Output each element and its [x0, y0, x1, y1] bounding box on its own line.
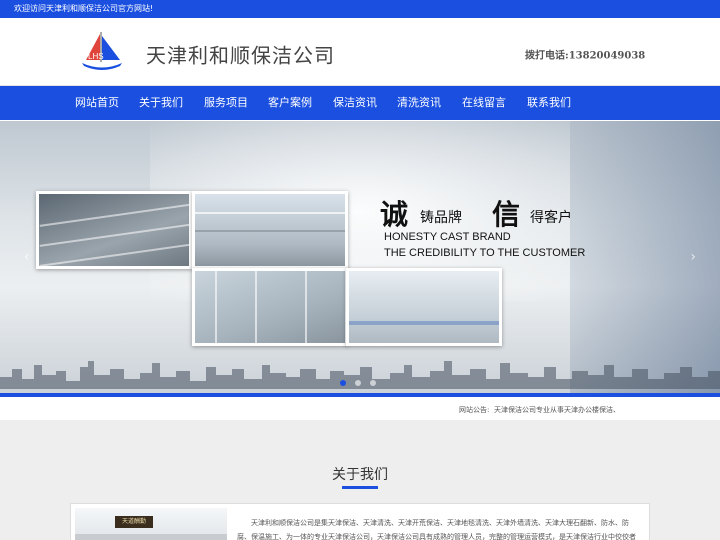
- nav-item-about[interactable]: 关于我们: [139, 86, 183, 120]
- hero-banner: 诚 铸品牌 信 得客户 HONESTY CAST BRAND THE CREDI…: [0, 121, 720, 397]
- about-section: 关于我们 天道酬勤 天津利和顺保洁公司是集天津保洁、天津清洗、天津开荒保洁、天津…: [0, 420, 720, 540]
- nav-item-services[interactable]: 服务项目: [204, 86, 248, 120]
- nav-item-cleaning-news[interactable]: 保洁资讯: [333, 86, 377, 120]
- photo-office-cleaning: [192, 191, 348, 269]
- notice-label: 网站公告:: [459, 406, 490, 414]
- about-office-image[interactable]: 天道酬勤: [75, 508, 227, 540]
- about-title-underline: [342, 486, 378, 489]
- banner-next-arrow[interactable]: ›: [690, 249, 696, 265]
- slide-dot-2[interactable]: [355, 380, 362, 386]
- welcome-text: 欢迎访问天津利和顺保洁公司官方网站!: [14, 4, 154, 13]
- nav-item-contact[interactable]: 联系我们: [527, 86, 571, 120]
- slogan-char-trust: 信: [492, 198, 521, 231]
- logo-blue-sail: [102, 36, 120, 60]
- slide-dot-3[interactable]: [370, 380, 377, 386]
- logo-lettering: LHS: [88, 52, 104, 61]
- main-nav: 网站首页 关于我们 服务项目 客户案例 保洁资讯 清洗资讯 在线留言 联系我们: [0, 86, 720, 120]
- photo-floor-cleaning: [346, 268, 502, 346]
- site-header: LHS 天津利和顺保洁公司 拨打电话:13820049038: [0, 18, 720, 86]
- nav-item-cases[interactable]: 客户案例: [268, 86, 312, 120]
- about-card: 天道酬勤 天津利和顺保洁公司是集天津保洁、天津清洗、天津开荒保洁、天津地毯清洗、…: [70, 503, 650, 540]
- company-logo[interactable]: LHS: [80, 32, 124, 72]
- slogan-english-2: THE CREDIBILITY TO THE CUSTOMER: [384, 247, 586, 259]
- company-name: 天津利和顺保洁公司: [146, 43, 335, 68]
- top-welcome-bar: 欢迎访问天津利和顺保洁公司官方网站!: [0, 0, 720, 18]
- slogan-phrase-2: 得客户: [530, 210, 572, 226]
- about-intro-text: 天津利和顺保洁公司是集天津保洁、天津清洗、天津开荒保洁、天津地毯清洗、天津外墙清…: [237, 519, 636, 540]
- about-wall-sign: 天道酬勤: [115, 516, 153, 528]
- notice-bar: 网站公告: 天津保洁公司专业从事天津办公楼保洁、: [0, 401, 720, 419]
- notice-scroll-text[interactable]: 天津保洁公司专业从事天津办公楼保洁、: [494, 401, 620, 419]
- hotline-phone: 拨打电话:13820049038: [525, 50, 646, 62]
- photo-glass-wiping: [192, 268, 348, 346]
- banner-bottom-bar: [0, 393, 720, 397]
- slogan-char-honesty: 诚: [380, 198, 409, 231]
- slogan-english-1: HONESTY CAST BRAND: [384, 231, 511, 243]
- nav-item-washing-news[interactable]: 清洗资讯: [397, 86, 441, 120]
- logo-hull: [82, 63, 122, 70]
- about-title: 关于我们: [332, 467, 388, 483]
- slide-dot-1[interactable]: [340, 380, 346, 386]
- banner-prev-arrow[interactable]: ‹: [24, 249, 30, 265]
- nav-item-home[interactable]: 网站首页: [75, 86, 119, 120]
- photo-window-cleaning: [36, 191, 192, 269]
- slogan-phrase-1: 铸品牌: [420, 210, 462, 226]
- nav-item-message[interactable]: 在线留言: [462, 86, 506, 120]
- slide-dots: [338, 371, 378, 390]
